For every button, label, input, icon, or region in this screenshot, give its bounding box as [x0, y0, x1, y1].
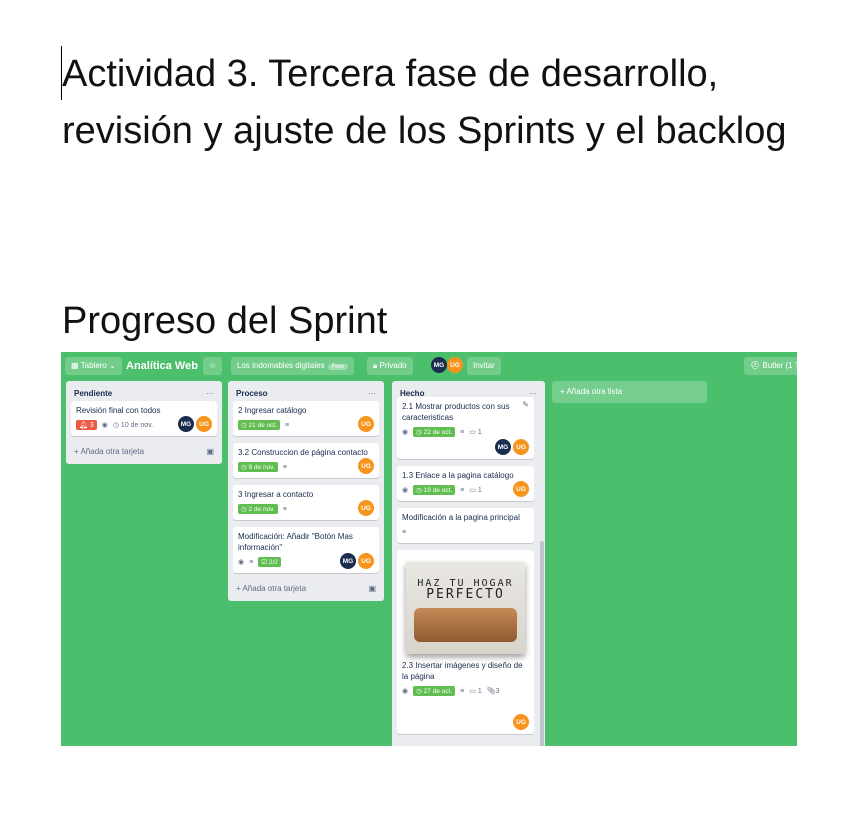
- avatar: UG: [196, 416, 212, 432]
- list-menu-icon[interactable]: ···: [206, 389, 214, 398]
- watch-icon: ◉: [402, 429, 409, 436]
- privacy-button[interactable]: 🔒︎ Privado: [367, 357, 413, 375]
- invite-button[interactable]: Invitar: [467, 357, 501, 375]
- card[interactable]: 3.2 Construccion de página contacto ◷ 9 d…: [233, 443, 379, 478]
- description-icon: ≡: [282, 505, 287, 513]
- avatar: UG: [358, 416, 374, 432]
- list-title: Proceso: [236, 388, 268, 398]
- card[interactable]: HAZ TU HOGAR PERFECTO 2.3 Insertar imágen…: [397, 550, 534, 734]
- board-view-button[interactable]: ▦ Tablero ⌄: [65, 357, 122, 375]
- card-title: Modificación a la pagina principal: [402, 513, 520, 522]
- board-members[interactable]: MG UG: [431, 357, 463, 373]
- watch-icon: ◉: [402, 487, 409, 494]
- card-title: 3.2 Construccion de página contacto: [238, 448, 368, 457]
- card-title: Revisión final con todos: [76, 406, 161, 415]
- card[interactable]: 1.3 Enlace a la pagina catálogo ◉ ◷ 19 de …: [397, 466, 534, 501]
- description-icon: ≡: [285, 421, 290, 429]
- board-icon: ▦: [71, 361, 81, 370]
- add-card-button[interactable]: + Añada otra tarjeta▣: [71, 443, 217, 460]
- comment-count: ▭ 1: [469, 429, 482, 436]
- sofa-image: [414, 608, 517, 642]
- document-title: Actividad 3. Tercera fase de desarrollo,…: [62, 53, 787, 152]
- due-date-badge: ◷ 22 de oct.: [413, 427, 456, 437]
- due-date-badge: ◷ 2 de nov.: [238, 504, 278, 514]
- card-title: 3 Ingresar a contacto: [238, 490, 314, 499]
- avatar: UG: [358, 553, 374, 569]
- list-pendiente: Pendiente ··· Revisión final con todos 🔔︎…: [66, 381, 222, 464]
- avatar: MG: [178, 416, 194, 432]
- section-heading: Progreso del Sprint: [62, 300, 388, 342]
- comment-count: ▭ 1: [469, 688, 482, 695]
- list-title: Pendiente: [74, 388, 113, 398]
- due-date-badge: ◷ 21 de oct.: [238, 420, 281, 430]
- checklist-badge: ☑ 2/2: [258, 557, 281, 567]
- due-date-badge: ◷ 19 de oct.: [413, 485, 456, 495]
- card[interactable]: Modificación: Añadir "Botón Mas informac…: [233, 527, 379, 573]
- description-icon: ≡: [460, 687, 465, 695]
- avatar: UG: [513, 439, 529, 455]
- star-icon: ☆: [209, 361, 217, 370]
- list-scrollbar[interactable]: [540, 541, 544, 746]
- card-title: Modificación: Añadir "Botón Mas informac…: [238, 532, 353, 552]
- avatar: UG: [358, 458, 374, 474]
- card-title: 2 Ingresar catálogo: [238, 406, 307, 415]
- card-title: 1.3 Enlace a la pagina catálogo: [402, 471, 514, 480]
- card[interactable]: 3 Ingresar a contacto ◷ 2 de nov. ≡ UG: [233, 485, 379, 520]
- board-title[interactable]: Analítica Web: [126, 357, 198, 375]
- workspace-button[interactable]: Los indomables digitales Free: [231, 357, 354, 375]
- list-hecho: Hecho ··· 2.1 Mostrar productos con sus c…: [392, 381, 545, 746]
- description-icon: ≡: [402, 528, 407, 536]
- star-button[interactable]: ☆: [203, 357, 223, 375]
- trello-board-screenshot: ▦ Tablero ⌄ Analítica Web ☆ Los indomabl…: [61, 352, 797, 746]
- template-icon[interactable]: ▣: [523, 745, 531, 746]
- card[interactable]: Revisión final con todos 🔔︎ 3 ◉ ◷ 10 de no…: [71, 401, 217, 436]
- card[interactable]: Modificación a la pagina principal ≡: [397, 508, 534, 543]
- add-card-button[interactable]: + Añada otra tarjeta▣: [233, 580, 379, 597]
- watch-icon: ◉: [238, 559, 245, 566]
- avatar[interactable]: MG: [431, 357, 447, 373]
- card[interactable]: 2.1 Mostrar productos con sus caracteris…: [397, 397, 534, 459]
- description-icon: ≡: [460, 428, 465, 436]
- avatar: UG: [513, 481, 529, 497]
- add-card-button[interactable]: + Añada otra tarjeta▣: [397, 741, 534, 746]
- butler-icon: ⛑: [750, 361, 763, 370]
- watch-icon: ◉: [101, 422, 108, 429]
- card-title: 2.1 Mostrar productos con sus caracteris…: [402, 402, 510, 422]
- avatar: UG: [513, 714, 529, 730]
- template-icon[interactable]: ▣: [368, 584, 376, 593]
- board-header: ▦ Tablero ⌄ Analítica Web ☆ Los indomabl…: [61, 352, 797, 380]
- comment-count: ▭ 1: [469, 487, 482, 494]
- add-list-button[interactable]: + Añada otra lista: [552, 381, 707, 403]
- description-icon: ≡: [282, 463, 287, 471]
- description-icon: ≡: [249, 558, 254, 566]
- notification-badge: 🔔︎ 3: [76, 420, 97, 430]
- due-date-badge: ◷ 9 de nov.: [238, 462, 278, 472]
- due-date-badge: ◷ 27 de oct.: [413, 686, 456, 696]
- template-icon[interactable]: ▣: [206, 447, 214, 456]
- avatar: MG: [340, 553, 356, 569]
- edit-icon[interactable]: ✎: [522, 400, 529, 409]
- list-menu-icon[interactable]: ···: [368, 389, 376, 398]
- card-title: 2.3 Insertar imágenes y diseño de la pág…: [402, 661, 523, 681]
- avatar: MG: [495, 439, 511, 455]
- butler-button[interactable]: ⛑ Butler (1 T: [744, 357, 797, 375]
- list-proceso: Proceso ··· 2 Ingresar catálogo ◷ 21 de oc…: [228, 381, 384, 601]
- avatar: UG: [358, 500, 374, 516]
- due-date: ◷ 10 de nov.: [112, 422, 154, 429]
- card-cover-image: HAZ TU HOGAR PERFECTO: [406, 562, 525, 654]
- avatar[interactable]: UG: [447, 357, 463, 373]
- attachment-count: 📎︎3: [486, 688, 500, 695]
- card[interactable]: 2 Ingresar catálogo ◷ 21 de oct. ≡ UG: [233, 401, 379, 436]
- free-badge: Free: [327, 364, 348, 370]
- description-icon: ≡: [460, 486, 465, 494]
- watch-icon: ◉: [402, 688, 409, 695]
